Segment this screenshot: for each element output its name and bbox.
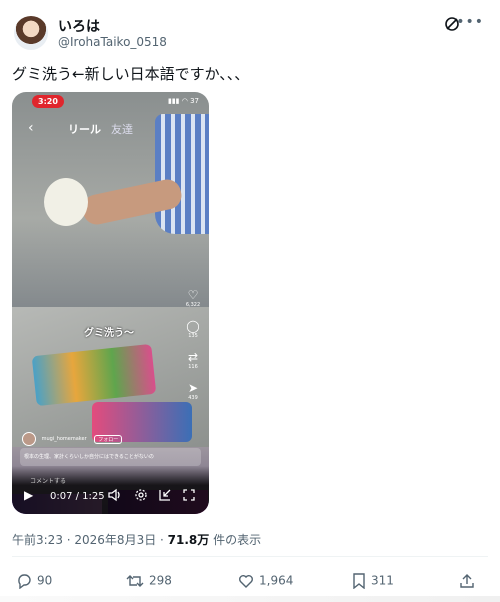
reel-tab-active: リール (68, 123, 101, 136)
more-icon[interactable]: ••• (456, 14, 484, 30)
views-label: 件の表示 (209, 533, 262, 547)
settings-icon[interactable] (134, 488, 148, 502)
video-frame-sponge (44, 178, 88, 226)
status-time: 3:20 (32, 95, 64, 108)
views-count: 71.8万 (167, 533, 210, 547)
share-icon (460, 573, 474, 588)
rail-count: 439 (188, 395, 198, 401)
repost-button[interactable]: 298 (126, 570, 172, 590)
next-tweet-preview (0, 596, 500, 602)
bookmark-count: 311 (371, 573, 394, 588)
user-handle[interactable]: @IrohaTaiko_0518 (58, 35, 167, 49)
video-frame-shirt (155, 114, 209, 234)
rail-count: 116 (188, 364, 198, 370)
action-bar: 90 298 1,964 311 (12, 570, 488, 590)
rail-send: ➤ 439 (185, 381, 201, 402)
back-icon: ‹ (28, 120, 34, 136)
avatar[interactable] (14, 16, 48, 50)
bookmark-button[interactable]: 311 (352, 570, 394, 590)
repost-icon: ⇄ (187, 350, 199, 364)
status-icons: ▮▮▮ ◠ 37 (167, 97, 199, 105)
video-player[interactable]: 3:20 ▮▮▮ ◠ 37 ‹ リール 友達 グミ洗う～ ♡ 6,322 ◯ 13… (12, 92, 209, 514)
comment-icon: ◯ (186, 319, 200, 333)
reply-icon (18, 573, 31, 589)
poster-avatar (22, 432, 36, 446)
bookmark-icon (353, 572, 365, 589)
reel-tab-other: 友達 (111, 123, 133, 136)
like-count: 1,964 (259, 573, 294, 588)
tweet-meta: 午前3:23 · 2026年8月3日 · 71.8万 件の表示 (12, 531, 261, 548)
play-icon[interactable]: ▶ (24, 488, 33, 502)
share-button[interactable] (459, 570, 480, 590)
video-caption: グミ洗う～ (84, 328, 134, 339)
repost-count: 298 (149, 573, 172, 588)
like-button[interactable]: 1,964 (238, 570, 293, 590)
poster-name: mugi_homemaker (41, 436, 87, 442)
heart-icon (239, 574, 253, 588)
poster-info: mugi_homemaker フォロー (22, 432, 123, 446)
timestamp[interactable]: 午前3:23 · 2026年8月3日 · (12, 533, 168, 547)
display-name[interactable]: いろは (58, 16, 100, 36)
reel-tabs: リール 友達 (68, 121, 133, 137)
rail-count: 135 (188, 333, 198, 339)
reel-side-rail: ♡ 6,322 ◯ 135 ⇄ 116 ➤ 439 (185, 288, 201, 412)
video-description: 根本の生理、家計くらいしか自分にはできることがないの (20, 448, 201, 466)
comment-placeholder: コメントする (30, 478, 67, 485)
rail-comment: ◯ 135 (185, 319, 201, 340)
rail-like: ♡ 6,322 (185, 288, 201, 309)
heart-icon: ♡ (187, 288, 199, 302)
tweet-header: いろは @IrohaTaiko_0518 ••• (12, 14, 488, 54)
rail-count: 6,322 (185, 302, 201, 308)
send-icon: ➤ (187, 381, 199, 395)
reply-count: 90 (37, 573, 53, 588)
divider (12, 556, 488, 557)
volume-icon[interactable] (108, 488, 122, 502)
fullscreen-icon[interactable] (182, 488, 196, 502)
video-elapsed: 0:07 / 1:25 (50, 491, 105, 502)
reply-button[interactable]: 90 (16, 570, 52, 590)
video-controls: コメントする ▶ 0:07 / 1:25 (12, 466, 209, 514)
tweet-text: グミ洗う←新しい日本語ですか、、、 (12, 65, 250, 83)
repost-icon (126, 574, 144, 587)
pip-icon[interactable] (158, 488, 172, 502)
rail-share: ⇄ 116 (185, 350, 201, 371)
follow-badge: フォロー (94, 434, 123, 444)
